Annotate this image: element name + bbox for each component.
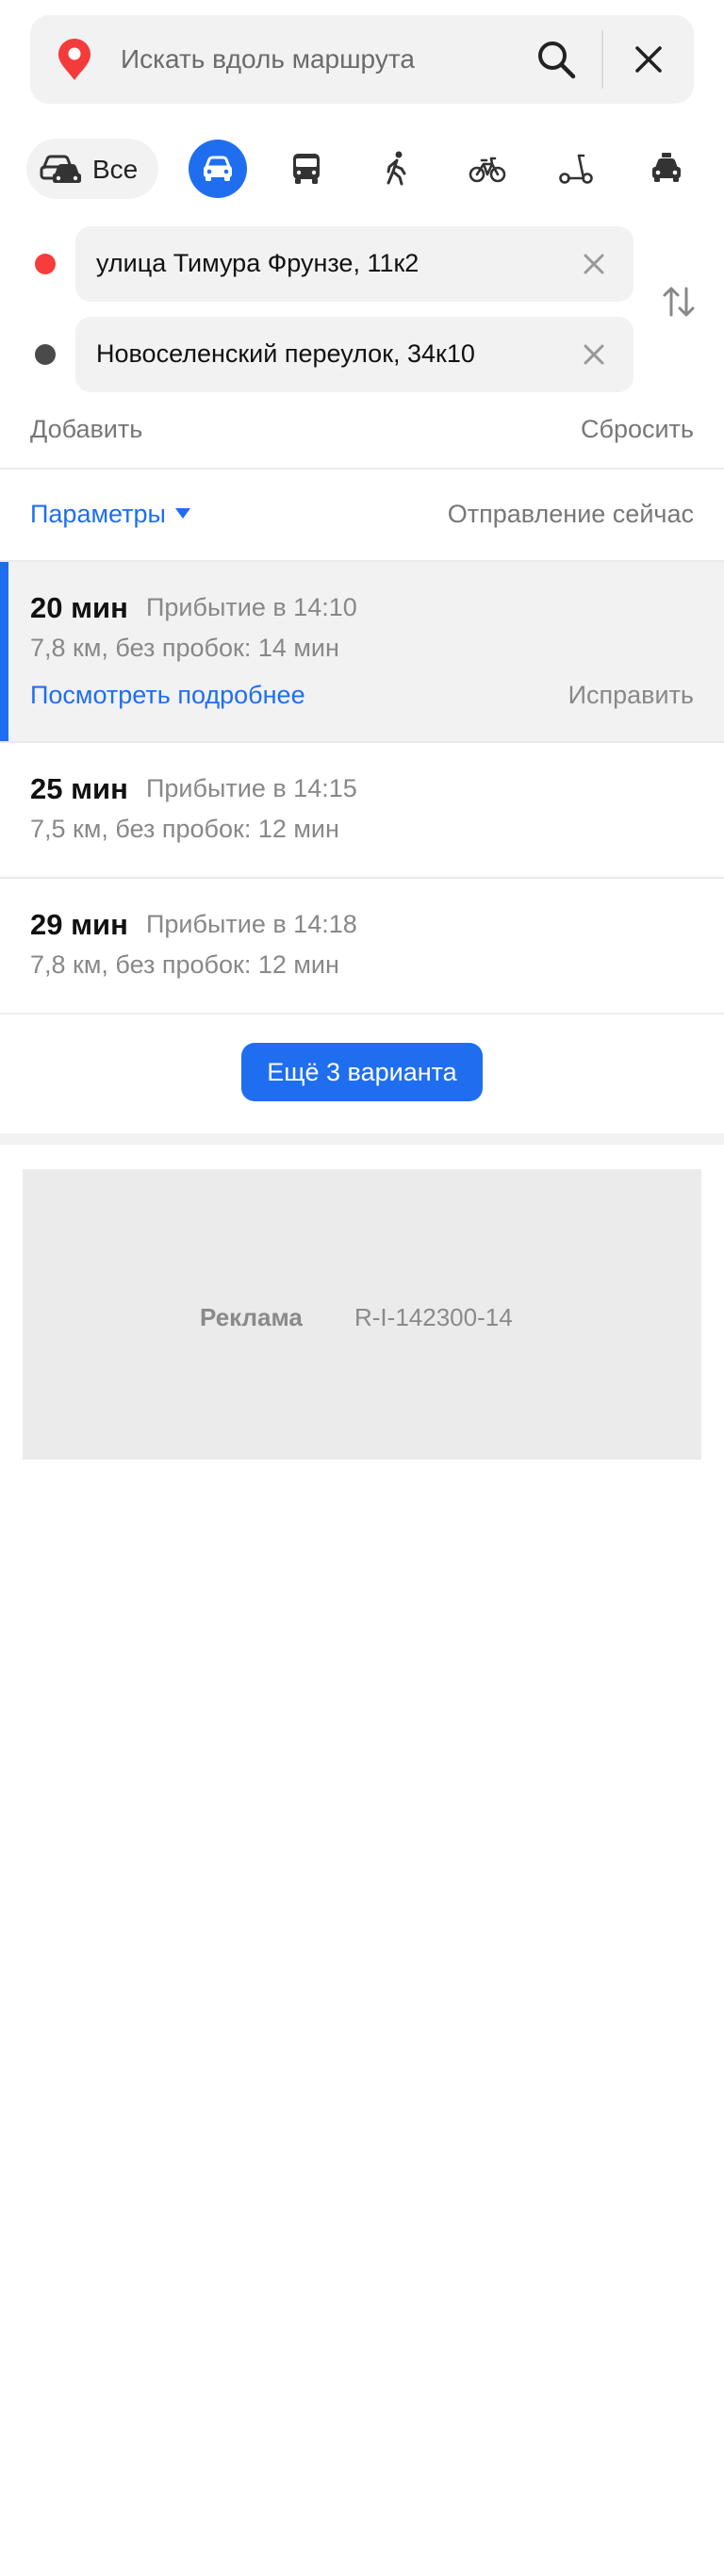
start-point-marker [35,254,56,274]
car-icon [204,156,232,181]
route-item-2[interactable]: 25 мин Прибытие в 14:15 7,5 км, без проб… [0,743,724,877]
swap-points-icon[interactable] [660,283,698,321]
route-search-bar[interactable]: Искать вдоль маршрута [30,15,694,104]
map-pin-icon [58,39,90,80]
bicycle-icon [469,157,506,183]
clear-end-icon[interactable] [581,341,607,368]
mode-bus-button[interactable] [277,140,336,198]
end-point-marker [35,344,56,365]
ad-banner[interactable]: Реклама R-I-142300-14 [23,1169,701,1460]
route-details: 7,5 км, без пробок: 12 мин [30,815,339,843]
more-variants-button[interactable]: Ещё 3 варианта [241,1043,483,1101]
departure-time-link[interactable]: Отправление сейчас [448,500,694,529]
route-duration: 20 мин [30,591,128,624]
mode-taxi-button[interactable] [637,140,696,198]
close-icon[interactable] [632,42,666,76]
mode-bicycle-button[interactable] [458,140,517,198]
end-point-field[interactable]: Новоселенский переулок, 34к10 [75,317,634,392]
taxi-icon [652,153,681,182]
traffic-icon [40,155,81,183]
route-arrival: Прибытие в 14:10 [146,593,357,621]
triangle-down-icon [174,508,190,520]
search-input[interactable]: Искать вдоль маршрута [121,44,415,74]
divider [0,468,724,470]
mode-pedestrian-button[interactable] [368,140,426,198]
more-variants-label: Ещё 3 варианта [267,1057,457,1086]
route-arrival: Прибытие в 14:18 [146,910,357,938]
reset-link[interactable]: Сбросить [581,415,694,444]
clear-start-icon[interactable] [581,251,607,277]
search-icon[interactable] [535,38,578,81]
end-point-value: Новоселенский переулок, 34к10 [96,339,475,368]
fix-route-link[interactable]: Исправить [568,681,694,710]
divider [601,30,603,89]
route-duration: 25 мин [30,772,128,805]
route-arrival: Прибытие в 14:15 [146,774,357,802]
ad-label: Реклама [200,1303,303,1331]
mode-all-label: Все [92,155,139,184]
route-duration: 29 мин [30,908,128,941]
pedestrian-icon [387,151,406,186]
route-item-3[interactable]: 29 мин Прибытие в 14:18 7,8 км, без проб… [0,879,724,1013]
route-details: 7,8 км, без пробок: 12 мин [30,950,339,979]
mode-car-button[interactable] [189,140,247,198]
scooter-icon [559,154,593,184]
ad-id: R-I-142300-14 [354,1303,513,1331]
add-point-link[interactable]: Добавить [30,415,142,444]
section-separator [0,1133,724,1145]
divider [0,1013,724,1015]
parameters-label: Параметры [30,500,166,528]
bus-icon [293,154,320,184]
start-point-value: улица Тимура Фрунзе, 11к2 [96,249,420,277]
route-item-1[interactable]: 20 мин Прибытие в 14:10 7,8 км, без проб… [0,562,724,741]
mode-scooter-button[interactable] [547,140,605,198]
route-details: 7,8 км, без пробок: 14 мин [30,634,339,662]
start-point-field[interactable]: улица Тимура Фрунзе, 11к2 [75,226,634,302]
selected-route-indicator [0,562,8,741]
route-details-link[interactable]: Посмотреть подробнее [30,681,305,710]
parameters-dropdown[interactable]: Параметры [30,500,190,529]
mode-all-button[interactable]: Все [26,139,158,199]
